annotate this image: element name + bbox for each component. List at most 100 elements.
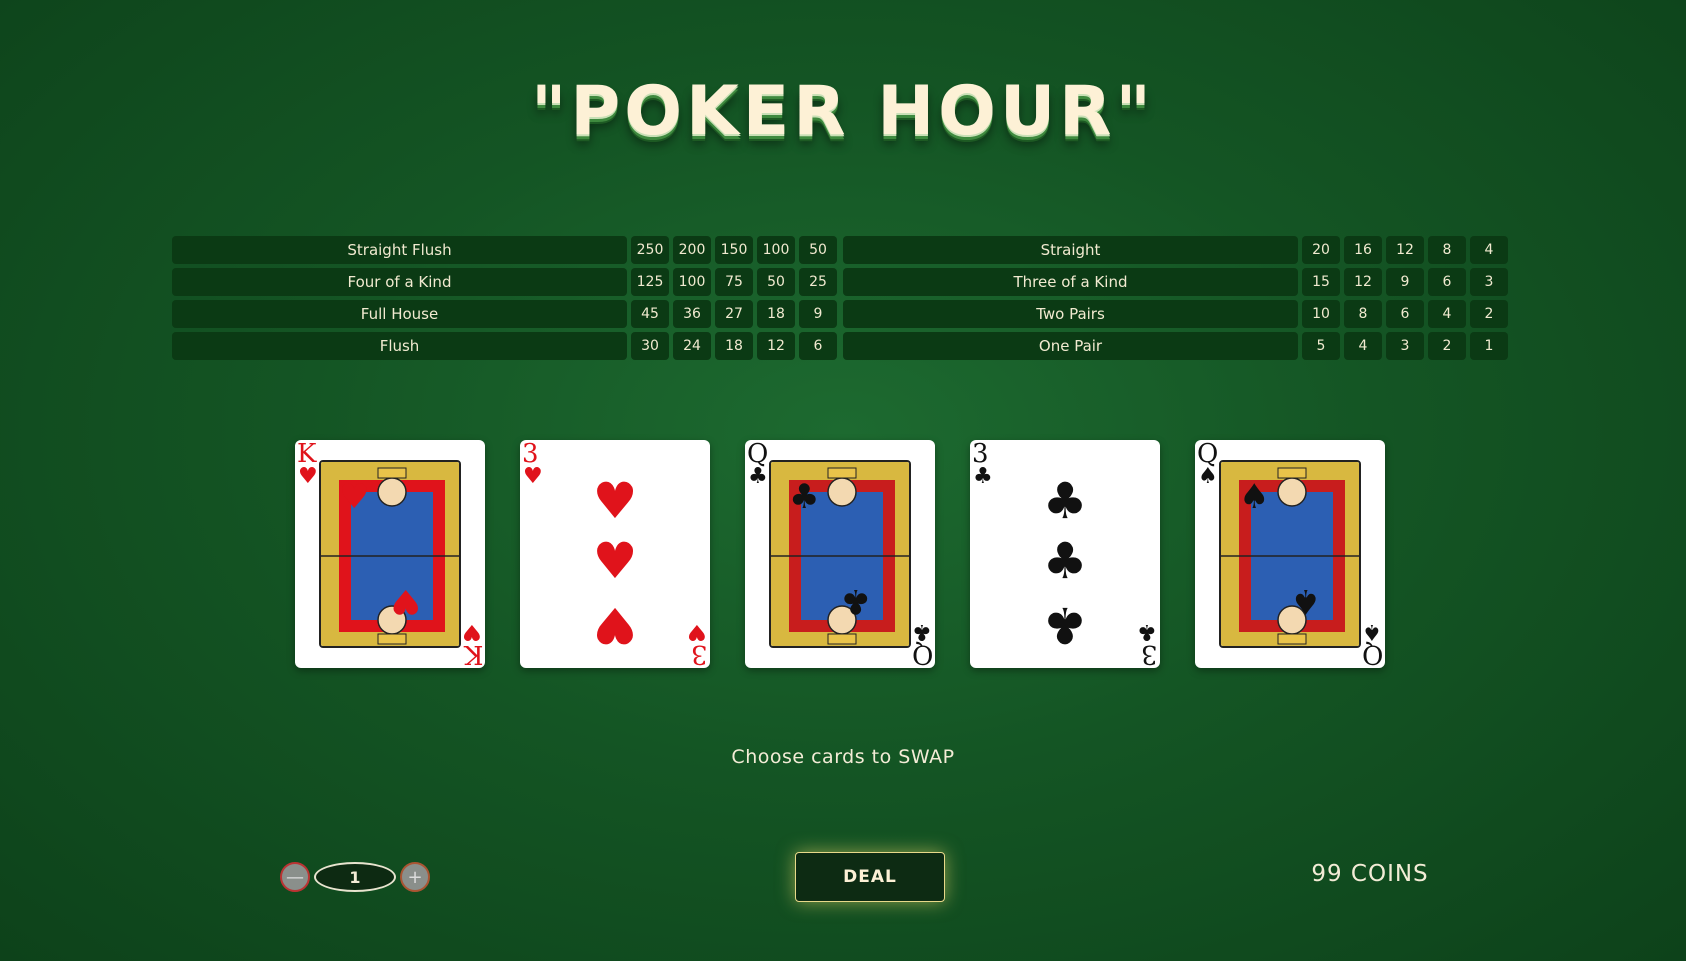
svg-text:♥: ♥ <box>339 477 369 517</box>
paytable-hand-name: Full House <box>172 300 627 328</box>
paytable-row: Full House 45 36 27 18 9 <box>172 300 839 328</box>
paytable-hand-name: Two Pairs <box>843 300 1298 328</box>
paytable-payout: 24 <box>673 332 711 360</box>
paytable-payout: 16 <box>1344 236 1382 264</box>
card-suit-icon: ♥ <box>298 464 318 489</box>
paytable: Straight Flush 250 200 150 100 50 Four of a Ki… <box>172 236 1510 360</box>
paytable-payout: 100 <box>757 236 795 264</box>
card-pip-icon: ♥ <box>592 532 638 590</box>
playing-card[interactable]: 3 ♥ ♥ ♥ ♥ ♥ 3 <box>520 440 710 669</box>
paytable-payout: 6 <box>799 332 837 360</box>
decrease-bet-button[interactable]: — <box>280 862 310 892</box>
paytable-payout: 125 <box>631 268 669 296</box>
paytable-payout: 9 <box>799 300 837 328</box>
paytable-payout: 4 <box>1344 332 1382 360</box>
bet-control: — 1 + <box>280 862 430 892</box>
paytable-payout: 50 <box>757 268 795 296</box>
paytable-payout: 100 <box>673 268 711 296</box>
paytable-payout: 5 <box>1302 332 1340 360</box>
paytable-payout: 30 <box>631 332 669 360</box>
paytable-payout: 18 <box>757 300 795 328</box>
deal-button[interactable]: DEAL <box>795 852 945 902</box>
card-pip-icon: ♥ <box>592 596 638 654</box>
card-pip-icon: ♣ <box>1042 596 1088 654</box>
paytable-payout: 36 <box>673 300 711 328</box>
card-hand: K ♥ ♥ ♥ ♥ K 3 ♥ ♥ ♥ ♥ ♥ 3 Q ♣ ♣ ♣ ♣ Q 3 ♣ ♣ ♣ ♣ ♣ 3 Q ♠ <box>295 440 1385 669</box>
paytable-payout: 20 <box>1302 236 1340 264</box>
playing-card[interactable]: Q ♣ ♣ ♣ ♣ Q <box>745 440 935 669</box>
paytable-payout: 12 <box>1344 268 1382 296</box>
court-figure-icon: ♣ ♣ <box>769 460 911 648</box>
svg-text:♠: ♠ <box>1291 581 1321 621</box>
paytable-left: Straight Flush 250 200 150 100 50 Four of a Ki… <box>172 236 839 360</box>
paytable-payout: 3 <box>1386 332 1424 360</box>
game-title: "POKER HOUR" <box>531 72 1155 151</box>
card-suit-icon: ♣ <box>973 464 993 489</box>
paytable-payout: 12 <box>757 332 795 360</box>
court-figure-icon: ♠ ♠ <box>1219 460 1361 648</box>
paytable-hand-name: One Pair <box>843 332 1298 360</box>
paytable-row: One Pair 5 4 3 2 1 <box>843 332 1510 360</box>
card-suit-icon: ♥ <box>523 464 543 489</box>
paytable-row: Flush 30 24 18 12 6 <box>172 332 839 360</box>
paytable-row: Two Pairs 10 8 6 4 2 <box>843 300 1510 328</box>
paytable-payout: 27 <box>715 300 753 328</box>
paytable-payout: 150 <box>715 236 753 264</box>
bet-value: 1 <box>314 862 396 892</box>
paytable-hand-name: Straight <box>843 236 1298 264</box>
paytable-payout: 75 <box>715 268 753 296</box>
plus-icon: + <box>407 866 423 888</box>
paytable-row: Straight 20 16 12 8 4 <box>843 236 1510 264</box>
paytable-payout: 8 <box>1344 300 1382 328</box>
paytable-payout: 3 <box>1470 268 1508 296</box>
paytable-hand-name: Straight Flush <box>172 236 627 264</box>
paytable-payout: 2 <box>1428 332 1466 360</box>
paytable-payout: 12 <box>1386 236 1424 264</box>
increase-bet-button[interactable]: + <box>400 862 430 892</box>
swap-hint: Choose cards to SWAP <box>731 746 955 768</box>
svg-text:♠: ♠ <box>1239 477 1269 517</box>
coin-balance: 99 COINS <box>1311 861 1429 887</box>
paytable-hand-name: Four of a Kind <box>172 268 627 296</box>
paytable-payout: 4 <box>1470 236 1508 264</box>
paytable-payout: 45 <box>631 300 669 328</box>
paytable-payout: 6 <box>1386 300 1424 328</box>
paytable-payout: 1 <box>1470 332 1508 360</box>
paytable-payout: 250 <box>631 236 669 264</box>
svg-text:♥: ♥ <box>391 581 421 621</box>
card-rank: Q <box>1361 639 1383 669</box>
paytable-hand-name: Flush <box>172 332 627 360</box>
card-pip-icon: ♣ <box>1042 532 1088 590</box>
paytable-payout: 4 <box>1428 300 1466 328</box>
paytable-payout: 25 <box>799 268 837 296</box>
paytable-payout: 9 <box>1386 268 1424 296</box>
svg-text:♣: ♣ <box>789 477 819 517</box>
paytable-payout: 6 <box>1428 268 1466 296</box>
playing-card[interactable]: 3 ♣ ♣ ♣ ♣ ♣ 3 <box>970 440 1160 669</box>
paytable-payout: 18 <box>715 332 753 360</box>
card-rank: K <box>463 639 483 669</box>
card-rank: Q <box>911 639 933 669</box>
paytable-row: Four of a Kind 125 100 75 50 25 <box>172 268 839 296</box>
card-rank: 3 <box>1141 639 1158 669</box>
paytable-payout: 8 <box>1428 236 1466 264</box>
paytable-payout: 50 <box>799 236 837 264</box>
court-figure-icon: ♥ ♥ <box>319 460 461 648</box>
card-pip-icon: ♥ <box>592 472 638 530</box>
card-pip-icon: ♣ <box>1042 472 1088 530</box>
paytable-hand-name: Three of a Kind <box>843 268 1298 296</box>
card-suit-icon: ♣ <box>748 464 768 489</box>
playing-card[interactable]: K ♥ ♥ ♥ ♥ K <box>295 440 485 669</box>
paytable-right: Straight 20 16 12 8 4 Three of a Kind 15 12 9 6 3 Tw… <box>843 236 1510 360</box>
svg-text:♣: ♣ <box>841 581 871 621</box>
paytable-payout: 200 <box>673 236 711 264</box>
card-rank: 3 <box>691 639 708 669</box>
playing-card[interactable]: Q ♠ ♠ ♠ ♠ Q <box>1195 440 1385 669</box>
paytable-payout: 15 <box>1302 268 1340 296</box>
minus-icon: — <box>286 866 304 888</box>
paytable-row: Straight Flush 250 200 150 100 50 <box>172 236 839 264</box>
paytable-row: Three of a Kind 15 12 9 6 3 <box>843 268 1510 296</box>
paytable-payout: 10 <box>1302 300 1340 328</box>
paytable-payout: 2 <box>1470 300 1508 328</box>
card-suit-icon: ♠ <box>1198 464 1218 489</box>
